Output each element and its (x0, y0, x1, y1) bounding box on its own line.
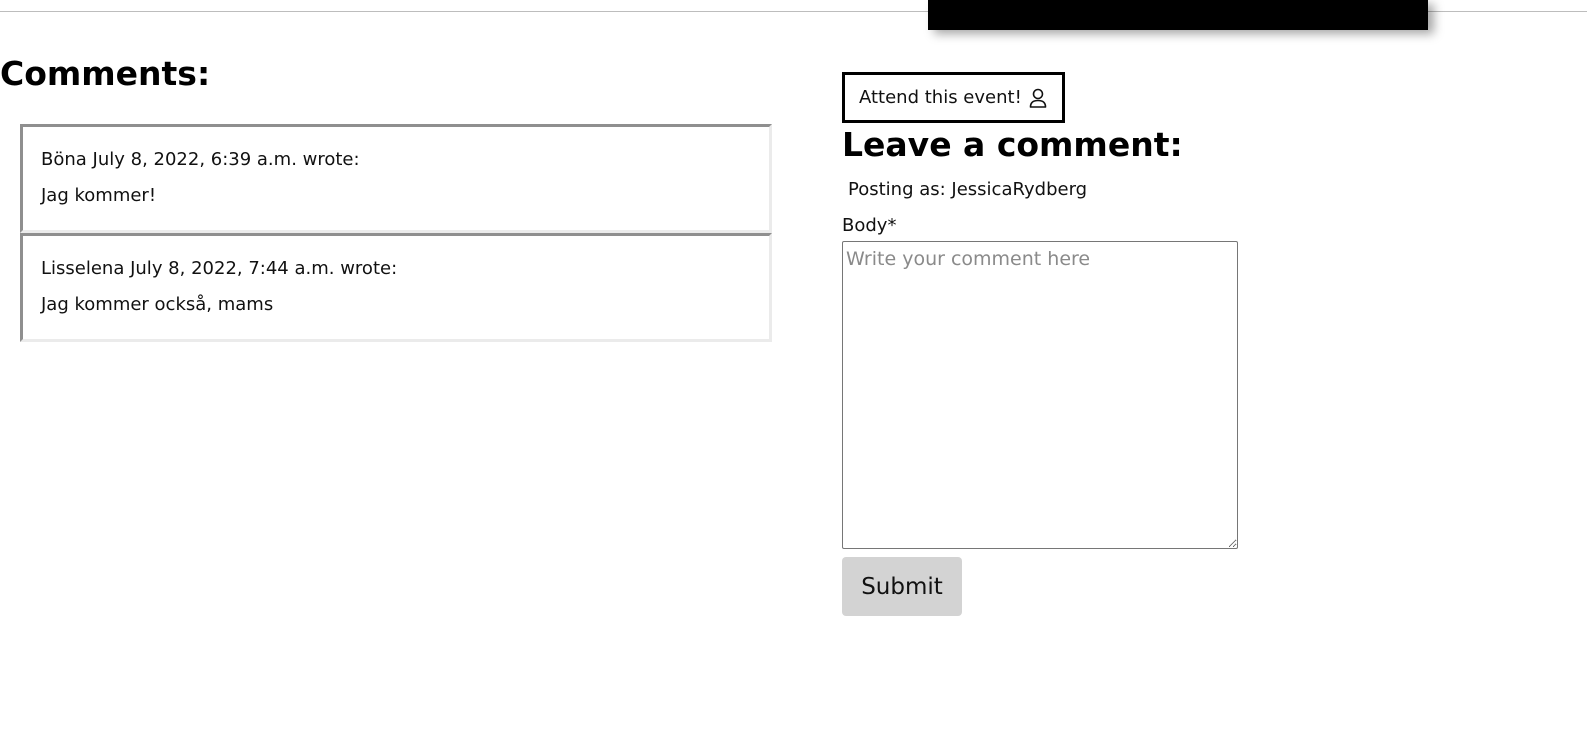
comment-item: Lisselena July 8, 2022, 7:44 a.m. wrote:… (20, 233, 772, 342)
comment-meta: Böna July 8, 2022, 6:39 a.m. wrote: (41, 149, 360, 170)
event-image (928, 0, 1428, 30)
body-field-label: Body* (842, 215, 897, 236)
user-icon (1028, 87, 1048, 109)
comment-item: Böna July 8, 2022, 6:39 a.m. wrote: Jag … (20, 124, 772, 233)
leave-comment-heading: Leave a comment: (842, 125, 1183, 164)
attend-event-label: Attend this event! (859, 87, 1022, 108)
posting-as-text: Posting as: JessicaRydberg (848, 179, 1088, 200)
comment-body: Jag kommer också, mams (41, 294, 274, 315)
comments-heading: Comments: (0, 54, 211, 93)
comments-list: Böna July 8, 2022, 6:39 a.m. wrote: Jag … (20, 124, 772, 342)
submit-button[interactable]: Submit (842, 557, 962, 616)
event-detail-page: Comments: Böna July 8, 2022, 6:39 a.m. w… (0, 0, 1587, 751)
comment-body-input[interactable] (842, 241, 1238, 549)
comment-meta: Lisselena July 8, 2022, 7:44 a.m. wrote: (41, 258, 398, 279)
attend-event-button[interactable]: Attend this event! (842, 72, 1065, 123)
comment-body: Jag kommer! (41, 185, 157, 206)
